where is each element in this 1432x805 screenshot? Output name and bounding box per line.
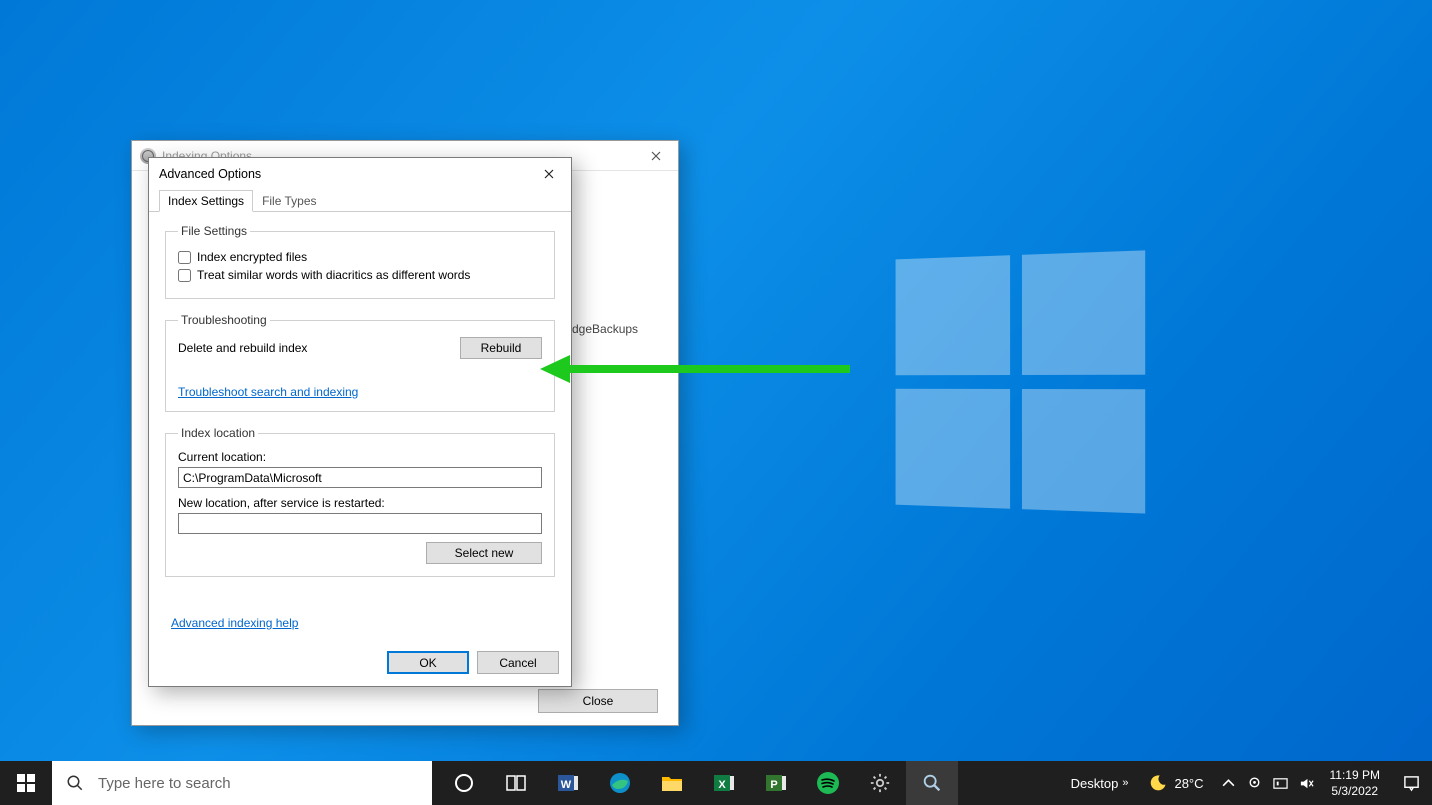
word-icon[interactable]: W [542,761,594,805]
clock[interactable]: 11:19 PM 5/3/2022 [1320,767,1390,799]
indexing-options-taskbar-icon[interactable] [906,761,958,805]
edge-icon[interactable] [594,761,646,805]
advanced-options-dialog: Advanced Options Index Settings File Typ… [148,157,572,687]
input-indicator-icon[interactable] [1268,761,1294,805]
close-button[interactable]: Close [538,689,658,713]
location-icon[interactable] [1242,761,1268,805]
close-icon[interactable] [634,141,678,171]
close-icon[interactable] [527,158,571,190]
file-settings-legend: File Settings [178,224,250,238]
taskbar: Type here to search W X P [0,761,1432,805]
new-location-label: New location, after service is restarted… [178,496,542,510]
volume-mute-icon[interactable] [1294,761,1320,805]
settings-icon[interactable] [854,761,906,805]
weather-temp: 28°C [1174,776,1203,791]
task-view-icon[interactable] [490,761,542,805]
current-location-label: Current location: [178,450,542,464]
date-label: 5/3/2022 [1330,783,1380,799]
advanced-options-title: Advanced Options [159,167,261,181]
advanced-options-titlebar: Advanced Options [149,158,571,190]
location-list-item-peek: dgeBackups [572,322,668,336]
search-bar[interactable]: Type here to search [52,761,432,805]
tabs-row: Index Settings File Types [149,190,571,212]
project-icon[interactable]: P [750,761,802,805]
select-new-button[interactable]: Select new [426,542,542,564]
rebuild-button[interactable]: Rebuild [460,337,542,359]
current-location-field[interactable] [178,467,542,488]
diacritics-checkbox[interactable] [178,269,191,282]
index-encrypted-label: Index encrypted files [197,250,307,264]
index-location-legend: Index location [178,426,258,440]
file-explorer-icon[interactable] [646,761,698,805]
weather-widget[interactable]: 28°C [1136,773,1215,793]
start-button[interactable] [0,761,52,805]
advanced-indexing-help-link[interactable]: Advanced indexing help [171,616,298,630]
new-location-field[interactable] [178,513,542,534]
search-icon [66,774,84,792]
chevron-double-right-icon: » [1122,777,1128,789]
notifications-icon[interactable] [1390,761,1432,805]
ok-button[interactable]: OK [387,651,469,674]
troubleshooting-legend: Troubleshooting [178,313,270,327]
cortana-icon[interactable] [438,761,490,805]
advanced-options-body: File Settings Index encrypted files Trea… [149,212,571,603]
file-settings-group: File Settings Index encrypted files Trea… [165,224,555,299]
index-encrypted-checkbox[interactable] [178,251,191,264]
troubleshoot-search-link[interactable]: Troubleshoot search and indexing [178,385,358,399]
tray-chevron-up-icon[interactable] [1216,761,1242,805]
svg-text:X: X [718,779,726,791]
svg-text:P: P [770,779,777,791]
time-label: 11:19 PM [1330,767,1380,783]
spotify-icon[interactable] [802,761,854,805]
tab-file-types[interactable]: File Types [253,190,325,212]
svg-text:W: W [561,779,572,791]
search-placeholder: Type here to search [98,775,231,792]
moon-icon [1148,773,1168,793]
index-location-group: Index location Current location: New loc… [165,426,555,577]
diacritics-label: Treat similar words with diacritics as d… [197,268,470,282]
tab-index-settings[interactable]: Index Settings [159,190,253,212]
excel-icon[interactable]: X [698,761,750,805]
desktop-toolbar[interactable]: Desktop » [1063,761,1137,805]
cancel-button[interactable]: Cancel [477,651,559,674]
desktop-toolbar-label: Desktop [1071,776,1119,791]
troubleshooting-group: Troubleshooting Delete and rebuild index… [165,313,555,412]
delete-rebuild-label: Delete and rebuild index [178,341,307,355]
windows-logo-wallpaper [896,250,1149,514]
